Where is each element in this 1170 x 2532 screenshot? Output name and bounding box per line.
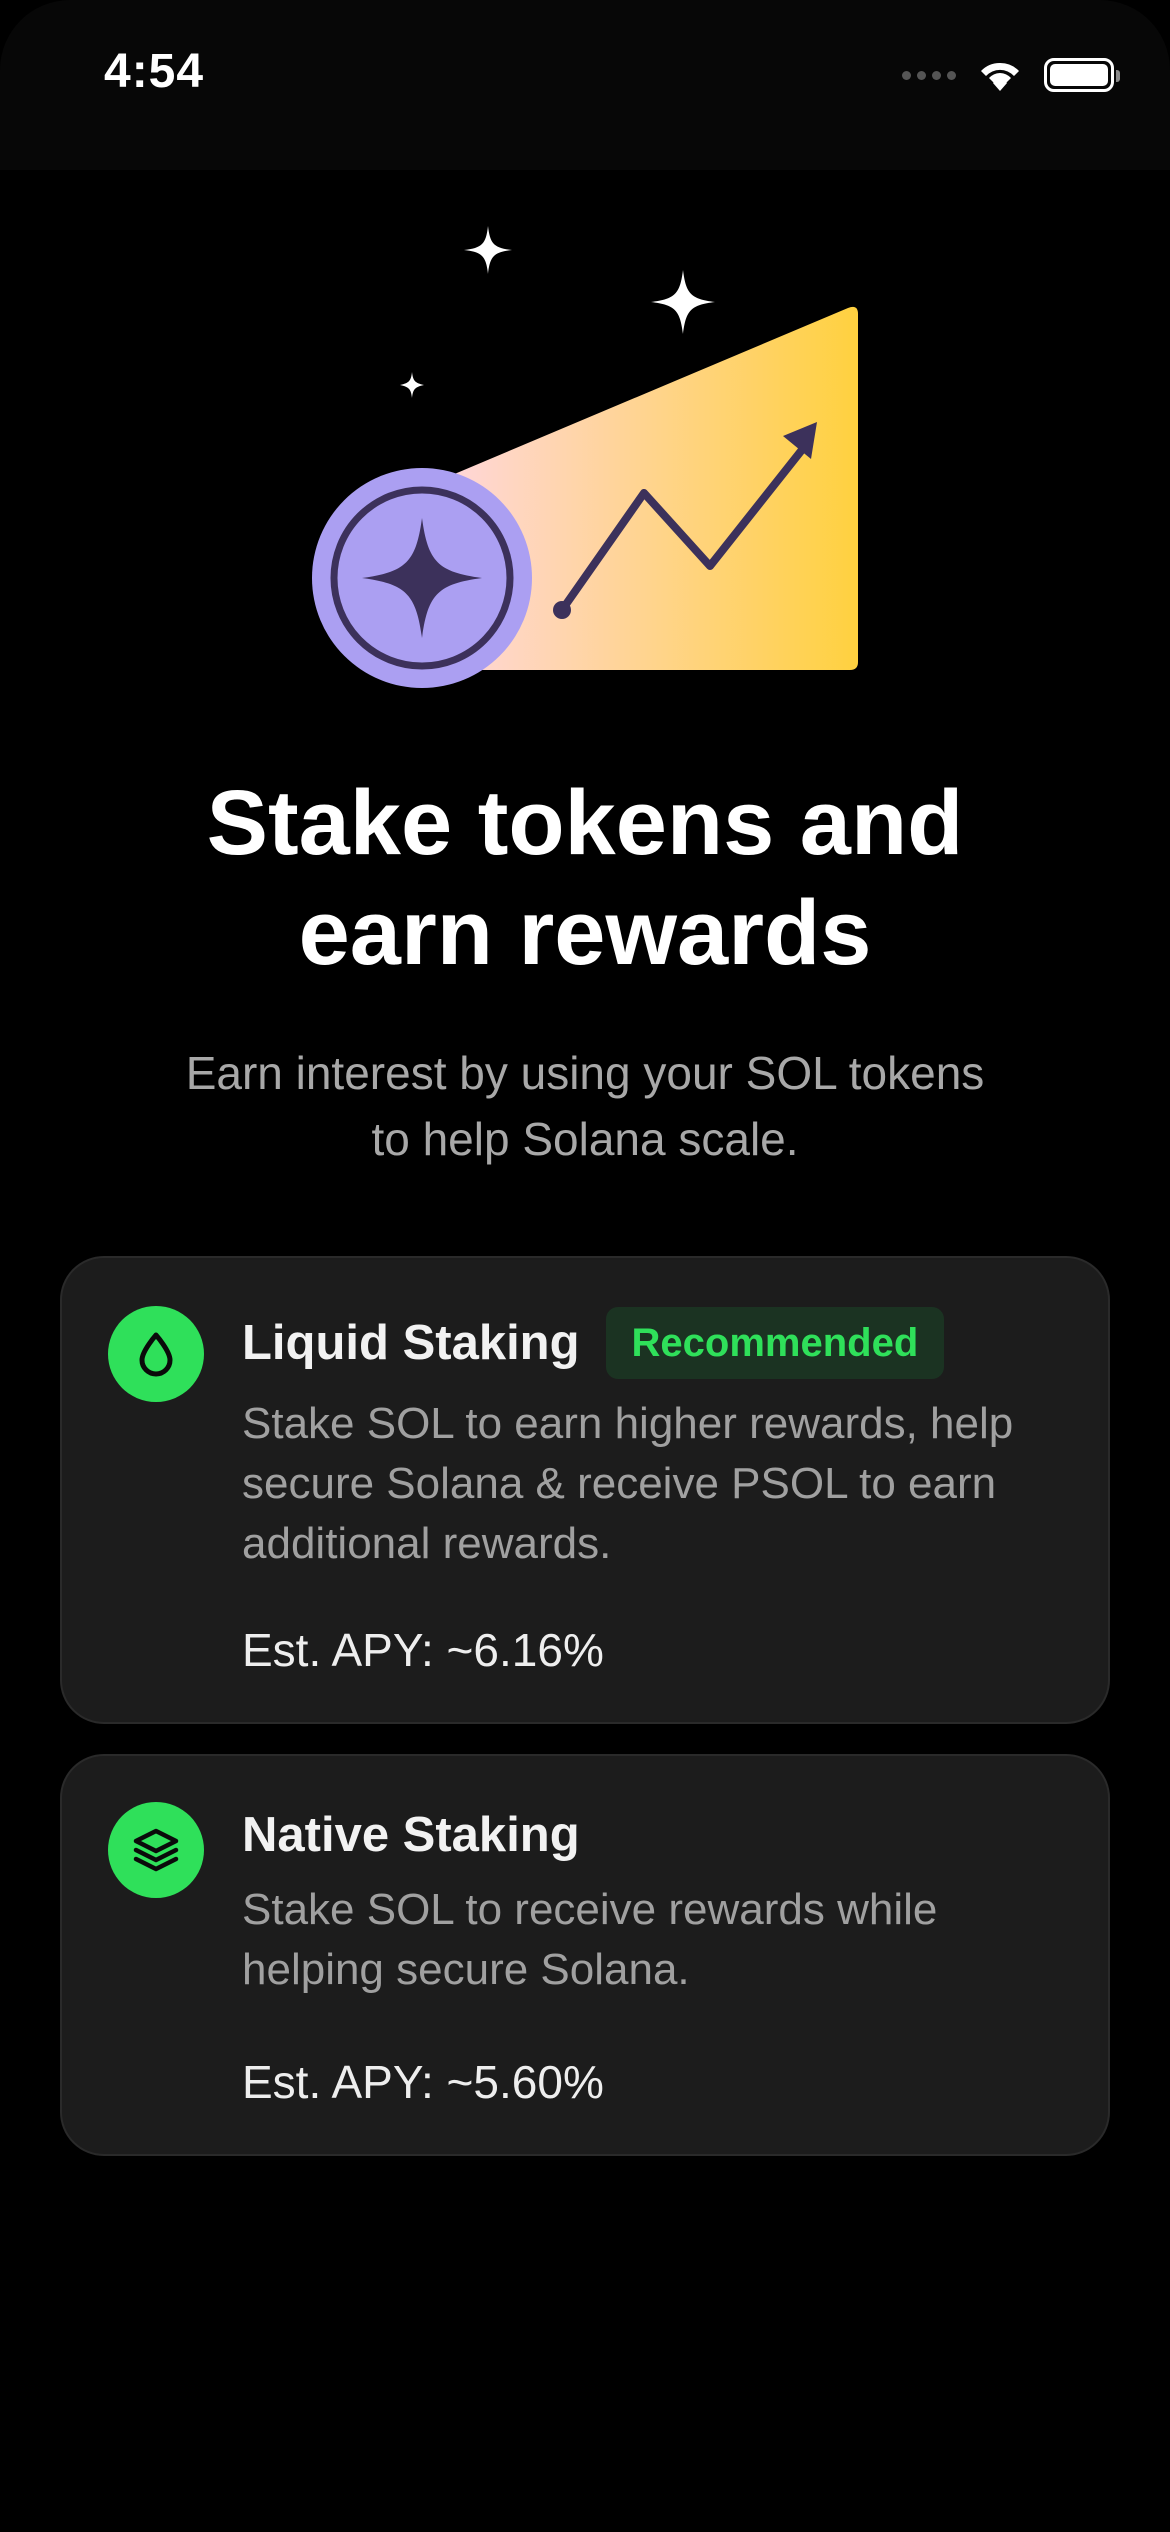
sparkle-icon: [400, 372, 424, 398]
staking-illustration: [312, 226, 858, 688]
liquid-staking-card[interactable]: Liquid Staking Recommended Stake SOL to …: [60, 1256, 1110, 1724]
recommended-badge: Recommended: [605, 1307, 945, 1379]
liquid-staking-description-line: secure Solana & receive PSOL to earn: [242, 1459, 997, 1508]
page-title: Stake tokens and earn rewards: [0, 768, 1170, 988]
native-staking-description: Stake SOL to receive rewards while helpi…: [242, 1880, 1092, 2000]
native-staking-apy: Est. APY: ~5.60%: [242, 2056, 604, 2108]
staking-screen: 4:54 Stake tokens and earn rewards Earn …: [0, 0, 1170, 2532]
sparkle-icon: [464, 226, 512, 274]
native-staking-card[interactable]: Native Staking Stake SOL to receive rewa…: [60, 1754, 1110, 2156]
page-subtitle: Earn interest by using your SOL tokens t…: [0, 1040, 1170, 1172]
page-title-line2: earn rewards: [298, 882, 872, 984]
cellular-signal-icon: [902, 70, 956, 80]
status-icons: [902, 50, 1120, 100]
sparkle-icon: [651, 270, 715, 334]
page-subtitle-line1: Earn interest by using your SOL tokens: [185, 1047, 985, 1099]
droplet-icon: [108, 1306, 204, 1402]
liquid-staking-title: Liquid Staking: [242, 1316, 580, 1370]
native-staking-description-line: helping secure Solana.: [242, 1945, 690, 1994]
liquid-staking-description-line: Stake SOL to earn higher rewards, help: [242, 1399, 1014, 1448]
liquid-staking-title-row: Liquid Staking Recommended: [242, 1306, 945, 1380]
wifi-icon: [981, 62, 1019, 91]
liquid-staking-apy: Est. APY: ~6.16%: [242, 1624, 604, 1676]
status-time: 4:54: [104, 45, 205, 98]
page-title-line1: Stake tokens and: [206, 772, 964, 874]
layers-icon: [108, 1802, 204, 1898]
page-subtitle-line2: to help Solana scale.: [371, 1113, 799, 1165]
native-staking-title-row: Native Staking: [242, 1798, 580, 1872]
coin-icon: [312, 468, 532, 688]
native-staking-description-line: Stake SOL to receive rewards while: [242, 1885, 938, 1934]
status-bar: 4:54: [0, 0, 1170, 170]
native-staking-title: Native Staking: [242, 1808, 580, 1862]
battery-icon: [1044, 58, 1120, 92]
liquid-staking-description-line: additional rewards.: [242, 1519, 612, 1568]
liquid-staking-description: Stake SOL to earn higher rewards, help s…: [242, 1394, 1092, 1574]
